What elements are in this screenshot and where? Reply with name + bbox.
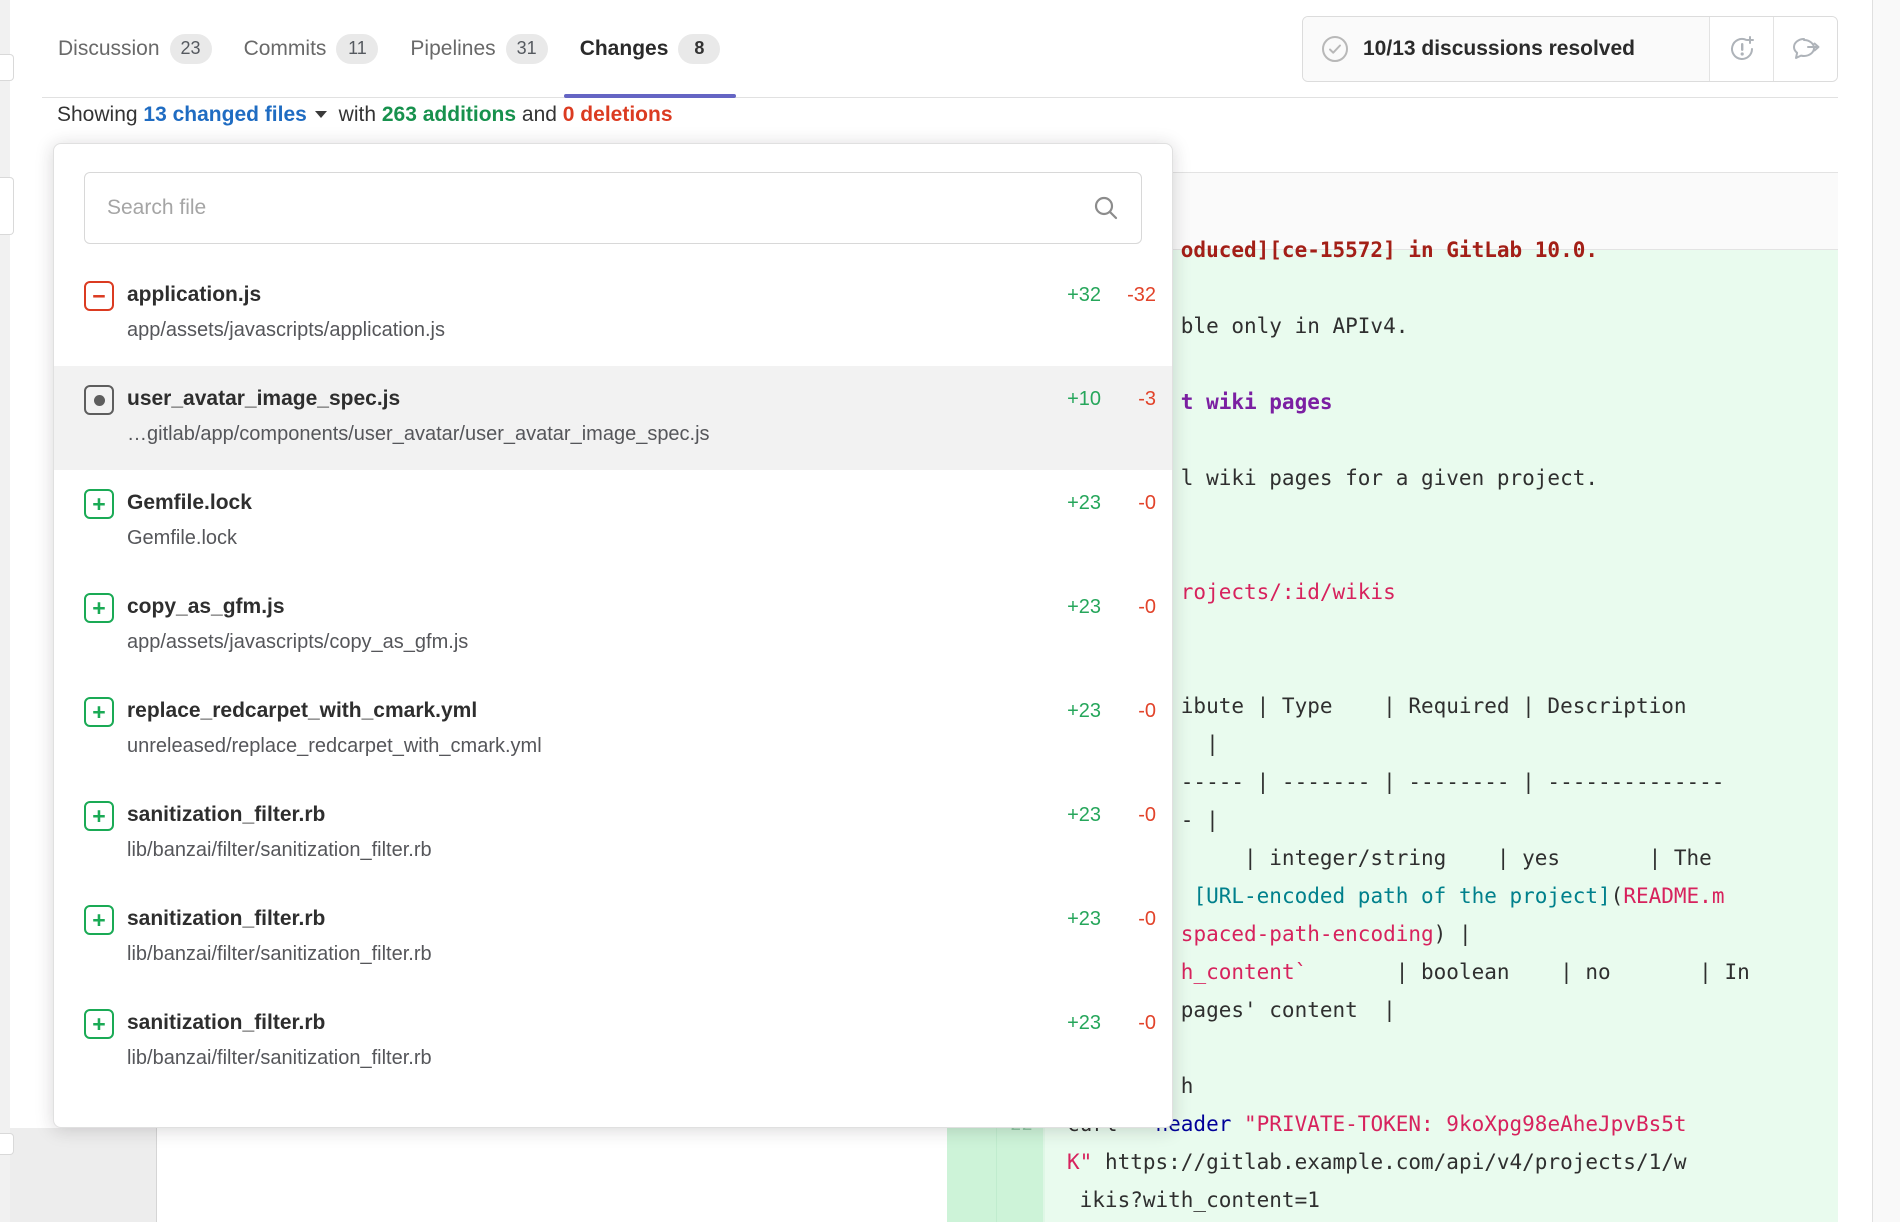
file-status-icon: + (84, 801, 114, 831)
file-list: − application.js app/assets/javascripts/… (54, 262, 1172, 1094)
file-status-icon: + (84, 593, 114, 623)
file-search-dropdown: − application.js app/assets/javascripts/… (53, 143, 1173, 1128)
additions-count: +23 (1041, 804, 1101, 827)
deletions-count: -0 (1101, 804, 1156, 827)
deletions-total: 0 deletions (563, 103, 673, 126)
discussions-resolved-text: 10/13 discussions resolved (1363, 37, 1635, 61)
discussions-resolved-summary: 10/13 discussions resolved (1303, 17, 1709, 81)
file-name: application.js (127, 282, 1041, 308)
file-status-icon: + (84, 489, 114, 519)
deletions-count: -0 (1101, 700, 1156, 723)
file-name: sanitization_filter.rb (127, 906, 1041, 932)
file-path: app/assets/javascripts/copy_as_gfm.js (127, 629, 1041, 655)
tab-pipelines[interactable]: Pipelines 31 (394, 0, 563, 97)
file-name: sanitization_filter.rb (127, 802, 1041, 828)
file-list-item[interactable]: + replace_redcarpet_with_cmark.yml unrel… (54, 678, 1172, 782)
search-file-input[interactable] (84, 172, 1142, 244)
additions-count: +23 (1041, 596, 1101, 619)
additions-total: 263 additions (382, 103, 516, 126)
next-unresolved-discussion-button[interactable] (1773, 17, 1837, 81)
check-circle-icon (1321, 35, 1349, 63)
file-name: sanitization_filter.rb (127, 1010, 1041, 1036)
resolve-with-issue-button[interactable] (1709, 17, 1773, 81)
deletions-count: -0 (1101, 1012, 1156, 1035)
deletions-count: -0 (1101, 908, 1156, 931)
file-status-icon (84, 385, 114, 415)
file-list-item[interactable]: + sanitization_filter.rb lib/banzai/filt… (54, 886, 1172, 990)
next-discussion-icon (1790, 34, 1822, 64)
left-edge-fragment (0, 1133, 14, 1155)
file-status-icon: + (84, 697, 114, 727)
search-icon (1092, 194, 1120, 227)
file-path: lib/banzai/filter/sanitization_filter.rb (127, 837, 1041, 863)
file-list-item[interactable]: − application.js app/assets/javascripts/… (54, 262, 1172, 366)
changed-files-dropdown-link[interactable]: 13 changed files (143, 103, 306, 126)
additions-count: +23 (1041, 492, 1101, 515)
file-path: unreleased/replace_redcarpet_with_cmark.… (127, 733, 1041, 759)
deletions-count: -3 (1101, 388, 1156, 411)
changed-files-summary: Showing 13 changed files with 263 additi… (57, 103, 673, 127)
left-edge-fragment (0, 54, 14, 81)
discussions-widget: 10/13 discussions resolved (1302, 16, 1838, 82)
page-right-gutter (1872, 0, 1900, 1222)
file-status-icon: + (84, 1009, 114, 1039)
tab-commits[interactable]: Commits 11 (228, 0, 395, 97)
file-status-icon: + (84, 905, 114, 935)
add-issue-icon (1727, 34, 1757, 64)
additions-count: +10 (1041, 388, 1101, 411)
file-path: lib/banzai/filter/sanitization_filter.rb (127, 1045, 1041, 1071)
additions-count: +23 (1041, 700, 1101, 723)
file-name: user_avatar_image_spec.js (127, 386, 1041, 412)
file-path: lib/banzai/filter/sanitization_filter.rb (127, 941, 1041, 967)
summary-conjunction: and (522, 103, 557, 126)
tab-label: Changes (580, 37, 669, 61)
summary-middle: with (339, 103, 376, 126)
file-list-item[interactable]: + sanitization_filter.rb lib/banzai/filt… (54, 782, 1172, 886)
file-name: replace_redcarpet_with_cmark.yml (127, 698, 1041, 724)
file-list-item[interactable]: + sanitization_filter.rb lib/banzai/filt… (54, 990, 1172, 1094)
file-list-item[interactable]: + Gemfile.lock Gemfile.lock +23 -0 (54, 470, 1172, 574)
deletions-count: -0 (1101, 492, 1156, 515)
tab-count-badge: 31 (506, 34, 548, 64)
summary-prefix: Showing (57, 103, 138, 126)
tab-count-badge: 11 (336, 34, 378, 64)
additions-count: +23 (1041, 1012, 1101, 1035)
left-edge-fragment (0, 177, 14, 235)
deletions-count: -0 (1101, 596, 1156, 619)
additions-count: +23 (1041, 908, 1101, 931)
deletions-count: -32 (1101, 284, 1156, 307)
file-path: app/assets/javascripts/application.js (127, 317, 1041, 343)
file-list-item[interactable]: + copy_as_gfm.js app/assets/javascripts/… (54, 574, 1172, 678)
tab-label: Pipelines (410, 37, 495, 61)
file-name: Gemfile.lock (127, 490, 1041, 516)
tab-count-badge: 8 (678, 34, 720, 64)
chevron-down-icon (315, 111, 327, 118)
file-name: copy_as_gfm.js (127, 594, 1041, 620)
page-underlay (10, 1128, 157, 1222)
file-path: Gemfile.lock (127, 525, 1041, 551)
tab-count-badge: 23 (170, 34, 212, 64)
tab-changes[interactable]: Changes 8 (564, 0, 737, 97)
additions-count: +32 (1041, 284, 1101, 307)
merge-request-changes-page: 22 oduced][ce-15572] in GitLab 10.0. ble… (0, 0, 1900, 1222)
tab-discussion[interactable]: Discussion 23 (42, 0, 228, 97)
file-status-icon: − (84, 281, 114, 311)
tab-label: Discussion (58, 37, 160, 61)
tab-label: Commits (244, 37, 327, 61)
file-path: …gitlab/app/components/user_avatar/user_… (127, 421, 1041, 447)
file-list-item[interactable]: user_avatar_image_spec.js …gitlab/app/co… (54, 366, 1172, 470)
